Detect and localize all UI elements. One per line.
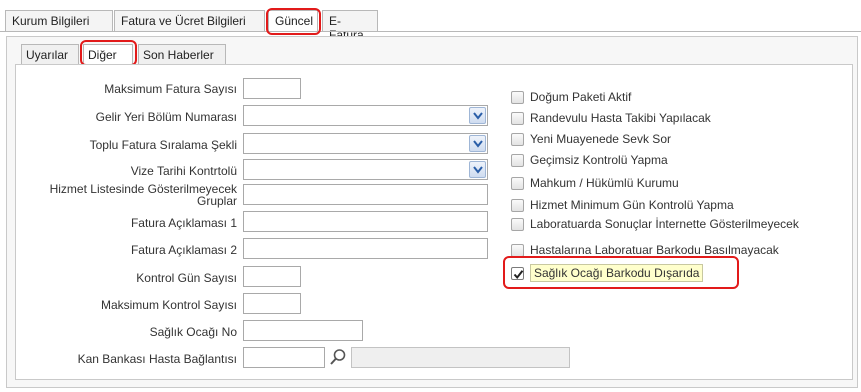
checkbox[interactable] <box>511 243 524 257</box>
cb-row-gecimsiz-kontrol[interactable]: Geçimsiz Kontrolü Yapma <box>511 152 668 168</box>
revenue-section-select[interactable] <box>243 105 488 126</box>
checkbox-label: Hizmet Minimum Gün Kontrolü Yapma <box>530 198 734 212</box>
checkbox[interactable] <box>511 90 524 104</box>
tab-uyarilar[interactable]: Uyarılar <box>21 44 79 65</box>
checkbox-label: Mahkum / Hükümlü Kurumu <box>530 176 679 190</box>
max-control-label: Maksimum Kontrol Sayısı <box>100 298 237 312</box>
bulk-invoice-sort-label: Toplu Fatura Sıralama Şekli <box>89 138 237 152</box>
max-invoice-input[interactable] <box>243 78 301 99</box>
chevron-down-icon[interactable] <box>469 135 486 152</box>
checkbox-label: Geçimsiz Kontrolü Yapma <box>530 153 668 167</box>
chevron-down-icon[interactable] <box>469 107 486 124</box>
control-days-input[interactable] <box>243 266 301 287</box>
visa-date-check-select[interactable] <box>243 159 488 180</box>
checkbox-label: Hastalarına Laboratuar Barkodu Basılmaya… <box>530 243 779 257</box>
tab-fatura-ucret[interactable]: Fatura ve Ücret Bilgileri <box>114 10 265 32</box>
checkbox[interactable] <box>511 266 524 280</box>
cb-row-laboratuar-sonuc[interactable]: Laboratuarda Sonuçlar İnternette Gösteri… <box>511 216 799 232</box>
blood-bank-label: Kan Bankası Hasta Bağlantısı <box>77 352 237 366</box>
cb-row-hizmet-minimum[interactable]: Hizmet Minimum Gün Kontrolü Yapma <box>511 197 734 213</box>
cb-row-laboratuar-barkod[interactable]: Hastalarına Laboratuar Barkodu Basılmaya… <box>511 242 779 258</box>
checkbox[interactable] <box>511 176 524 190</box>
blood-bank-name-field <box>351 347 570 368</box>
chevron-down-icon[interactable] <box>469 161 486 178</box>
checkbox[interactable] <box>511 153 524 167</box>
bulk-invoice-sort-select[interactable] <box>243 133 488 154</box>
checkbox-label: Doğum Paketi Aktif <box>530 90 632 104</box>
cb-row-randevulu-hasta[interactable]: Randevulu Hasta Takibi Yapılacak <box>511 110 711 126</box>
invoice-note-1-label: Fatura Açıklaması 1 <box>130 216 237 230</box>
check-icon <box>513 269 524 279</box>
hidden-services-label: Hizmet Listesinde Gösterilmeyecek Grupla… <box>49 182 237 208</box>
health-center-no-input[interactable] <box>243 320 363 341</box>
cb-row-dogum-paketi[interactable]: Doğum Paketi Aktif <box>511 89 631 105</box>
tab-e-fatura[interactable]: E-Fatura <box>322 10 378 42</box>
checkbox-label: Randevulu Hasta Takibi Yapılacak <box>530 111 711 125</box>
max-control-input[interactable] <box>243 293 301 314</box>
search-icon[interactable] <box>329 348 347 366</box>
checkbox-label: Laboratuarda Sonuçlar İnternette Gösteri… <box>530 217 799 231</box>
max-invoice-label: Maksimum Fatura Sayısı <box>104 82 237 96</box>
hidden-services-input[interactable] <box>243 184 488 205</box>
tab-diger[interactable]: Diğer <box>83 44 133 65</box>
checkbox[interactable] <box>511 198 524 212</box>
blood-bank-input[interactable] <box>243 347 325 368</box>
checkbox-label: Sağlık Ocağı Barkodu Dışarıda <box>530 264 704 282</box>
cb-row-saglik-ocagi-barkod[interactable]: Sağlık Ocağı Barkodu Dışarıda <box>511 263 704 283</box>
health-center-no-label: Sağlık Ocağı No <box>149 325 237 339</box>
invoice-note-1-input[interactable] <box>243 211 488 232</box>
tab-strip-line <box>0 31 861 32</box>
checkbox[interactable] <box>511 111 524 125</box>
checkbox[interactable] <box>511 217 524 231</box>
revenue-section-label: Gelir Yeri Bölüm Numarası <box>95 110 237 124</box>
invoice-note-2-label: Fatura Açıklaması 2 <box>130 243 237 257</box>
control-days-label: Kontrol Gün Sayısı <box>136 271 237 285</box>
checkbox[interactable] <box>511 132 524 146</box>
checkbox-label: Yeni Muayenede Sevk Sor <box>530 132 671 146</box>
tab-kurum-bilgileri[interactable]: Kurum Bilgileri <box>5 10 113 32</box>
cb-row-mahkum[interactable]: Mahkum / Hükümlü Kurumu <box>511 175 679 191</box>
cb-row-yeni-muayene[interactable]: Yeni Muayenede Sevk Sor <box>511 131 671 147</box>
tab-son-haberler[interactable]: Son Haberler <box>138 44 226 65</box>
tab-guncel[interactable]: Güncel <box>268 10 318 32</box>
invoice-note-2-input[interactable] <box>243 238 488 259</box>
visa-date-check-label: Vize Tarihi Kontrtolü <box>130 164 237 178</box>
